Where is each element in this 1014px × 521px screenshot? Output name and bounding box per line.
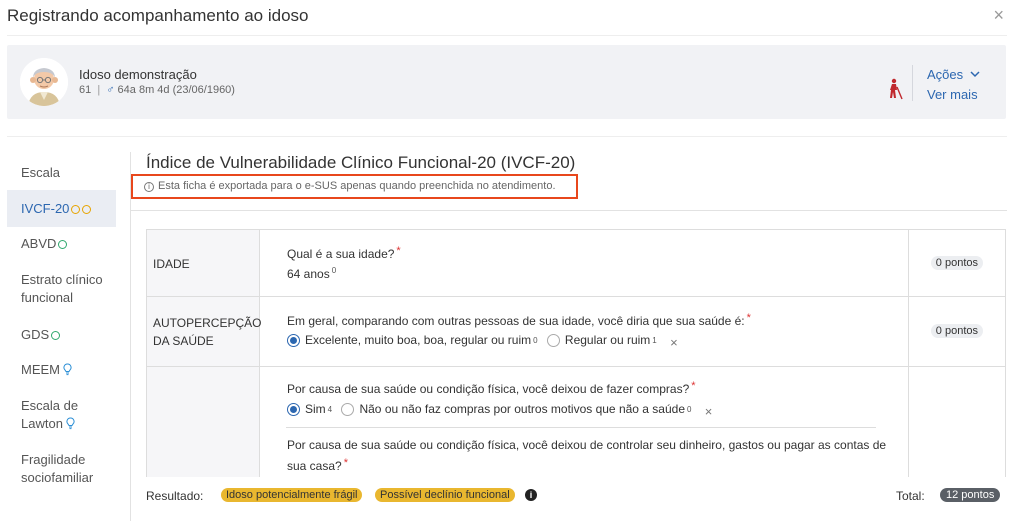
actions-label: Ações [927,67,964,82]
info-circle-icon: i [144,182,154,192]
meta-separator: | [97,84,101,96]
radio-option[interactable]: Regular ou ruim 1 [546,333,657,347]
option-label: Regular ou ruim [564,333,651,347]
sidebar-item-gds[interactable]: GDS [7,326,116,344]
option-label: Excelente, muito boa, boa, regular ou ru… [305,333,532,347]
form-divider [131,210,1007,211]
result-label: Resultado: [146,489,204,503]
sidebar-item-label: MEEM [21,362,60,377]
sidebar-item-label: Escala [21,165,61,180]
group-label-idade: IDADE [153,257,190,271]
info-icon[interactable]: i [525,489,537,501]
self-perception-options: Excelente, muito boa, boa, regular ou ru… [287,333,678,350]
status-ring-icon [82,205,92,214]
row-divider [147,366,1005,367]
option-label: Não ou não faz compras por outros motivo… [359,402,685,416]
radio-option[interactable]: Não ou não faz compras por outros motivo… [341,402,691,416]
option-label: Sim [305,402,326,416]
sidebar-item-label: IVCF-20 [21,201,70,216]
scale-sidebar: Escala IVCF-20 ABVD Estrato clínico func… [7,152,131,521]
question-text: Por causa de sua saúde ou condição físic… [287,438,887,473]
shopping-options: Sim 4 Não ou não faz compras por outros m… [287,402,712,419]
total-label: Total: [896,489,925,503]
radio-button[interactable] [287,402,300,416]
required-mark: * [396,245,401,257]
answer-score: 0 [331,266,337,275]
header-divider [7,35,1007,36]
form-title: Índice de Vulnerabilidade Clínico Funcio… [146,153,576,172]
sidebar-item-escala[interactable]: Escala [7,164,116,182]
age-answer: 64 anos 0 [287,266,336,281]
question-text: Qual é a sua idade? [287,247,395,261]
radio-option[interactable]: Sim 4 [287,402,332,416]
sidebar-item-abvd[interactable]: ABVD [7,235,116,253]
avatar [20,58,68,106]
info-text: Esta ficha é exportada para o e-SUS apen… [158,180,556,192]
question-age: Qual é a sua idade? * [287,242,401,263]
modal-title: Registrando acompanhamento ao idoso [7,6,309,25]
option-score: 0 [687,404,692,414]
status-ring-icon [58,240,68,249]
sidebar-item-label: Estrato clínico funcional [21,272,103,305]
row-points-badge: 0 pontos [930,324,983,338]
question-self-perception: Em geral, comparando com outras pessoas … [287,309,751,330]
questions-table: IDADE Qual é a sua idade? * 64 anos 0 0 po… [146,229,1006,477]
answer-text: 64 anos [287,267,330,281]
required-mark: * [691,380,696,392]
sidebar-item-meem[interactable]: MEEM [7,361,116,379]
actions-dropdown[interactable]: Ações [927,67,980,82]
radio-button[interactable] [287,333,300,347]
male-icon: ♂ [106,84,115,96]
lightbulb-icon [63,363,72,376]
mobility-icon [890,78,903,100]
option-score: 0 [533,335,538,345]
sidebar-item-estrato-clinico[interactable]: Estrato clínico funcional [7,271,116,307]
sidebar-item-label: Fragilidade sociofamiliar [21,452,94,485]
question-text: Por causa de sua saúde ou condição físic… [287,382,690,396]
question-text: Em geral, comparando com outras pessoas … [287,314,745,328]
required-mark: * [746,312,751,324]
patient-id: 61 [79,84,92,96]
export-info-note: i Esta ficha é exportada para o e-SUS ape… [144,180,556,192]
see-more-link[interactable]: Ver mais [927,87,978,102]
card-divider [912,65,913,101]
row-divider [147,296,1005,297]
sidebar-item-label: GDS [21,327,50,342]
option-score: 4 [327,404,333,414]
group-label-autopercepcao: AUTOPERCEPÇÃO DA SAÚDE [153,316,262,348]
radio-option[interactable]: Excelente, muito boa, boa, regular ou ru… [287,333,538,347]
section-divider [7,136,1007,137]
sidebar-item-ivcf-20[interactable]: IVCF-20 [7,190,116,227]
required-mark: * [343,457,348,469]
option-score: 1 [652,335,657,345]
sidebar-item-lawton[interactable]: Escala de Lawton [7,397,116,433]
chevron-down-icon [970,71,980,78]
patient-name: Idoso demonstração [79,67,197,82]
clear-selection-icon[interactable]: × [670,335,678,350]
total-badge: 12 pontos [940,488,1001,502]
patient-card: Idoso demonstração 61 | ♂ 64a 8m 4d (23/… [7,45,1006,119]
patient-meta: 61 | ♂ 64a 8m 4d (23/06/1960) [79,84,235,96]
status-ring-icon [71,205,81,214]
lightbulb-icon [66,417,75,430]
question-shopping: Por causa de sua saúde ou condição físic… [287,377,696,398]
question-money: Por causa de sua saúde ou condição físic… [287,436,887,475]
sub-row-divider [286,427,876,428]
result-tag: Idoso potencialmente frágil [221,488,363,502]
clear-selection-icon[interactable]: × [705,404,713,419]
close-icon[interactable]: × [993,5,1004,26]
radio-button[interactable] [546,333,560,347]
result-tag: Possível declínio funcional [375,488,515,502]
patient-age: 64a 8m 4d (23/06/1960) [117,84,235,96]
status-ring-icon [51,331,61,340]
row-points-badge: 0 pontos [930,256,983,270]
sidebar-item-fragilidade[interactable]: Fragilidade sociofamiliar [7,451,116,487]
sidebar-item-label: ABVD [21,236,57,251]
radio-button[interactable] [341,402,355,416]
